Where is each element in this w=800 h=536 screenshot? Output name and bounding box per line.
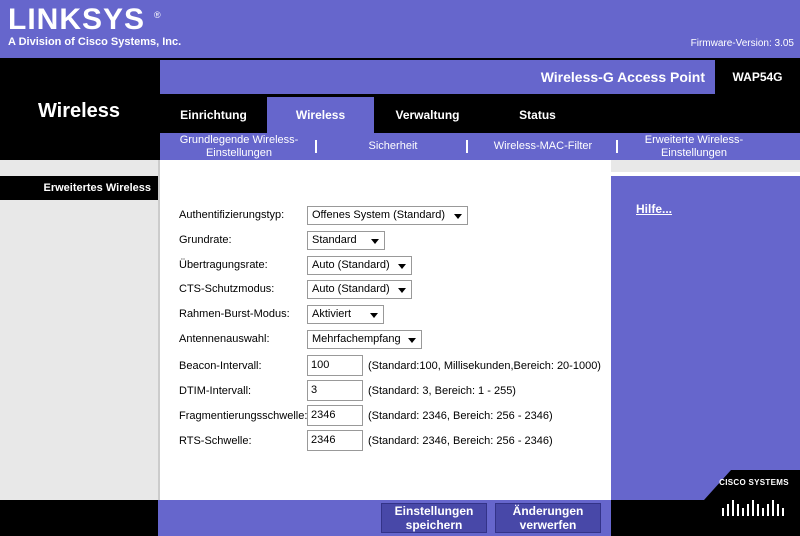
cts-mode-label: CTS-Schutzmodus: xyxy=(179,283,275,295)
frame-burst-label: Rahmen-Burst-Modus: xyxy=(179,308,290,320)
basic-rate-value: Standard xyxy=(312,234,357,246)
product-name: Wireless-G Access Point xyxy=(540,69,705,85)
tab-status[interactable]: Status xyxy=(481,97,594,133)
antenna-value: Mehrfachempfang xyxy=(312,333,401,345)
tab-einrichtung[interactable]: Einrichtung xyxy=(160,97,267,133)
tx-rate-label: Übertragungsrate: xyxy=(179,259,268,271)
dtim-label: DTIM-Intervall: xyxy=(179,385,252,397)
chevron-down-icon xyxy=(454,214,462,219)
subnav-separator xyxy=(315,140,317,153)
cts-mode-select[interactable]: Auto (Standard) xyxy=(307,280,412,299)
frag-label: Fragmentierungsschwelle: xyxy=(179,410,308,422)
frame-burst-select[interactable]: Aktiviert xyxy=(307,305,384,324)
tx-rate-value: Auto (Standard) xyxy=(312,259,390,271)
logo-tagline: A Division of Cisco Systems, Inc. xyxy=(8,36,182,48)
dtim-hint: (Standard: 3, Bereich: 1 - 255) xyxy=(368,385,516,397)
cisco-bars-icon xyxy=(722,500,784,516)
chevron-down-icon xyxy=(398,264,406,269)
dtim-input[interactable]: 3 xyxy=(307,380,363,401)
left-section-label: Erweitertes Wireless xyxy=(0,176,158,200)
chevron-down-icon xyxy=(398,288,406,293)
product-bar: Wireless-G Access Point xyxy=(160,60,715,94)
subnav-security[interactable]: Sicherheit xyxy=(318,133,468,160)
rts-hint: (Standard: 2346, Bereich: 256 - 2346) xyxy=(368,435,553,447)
help-column xyxy=(611,176,800,500)
subnav-mac-filter[interactable]: Wireless-MAC-Filter xyxy=(468,133,618,160)
subnav-basic-wireless[interactable]: Grundlegende Wireless-Einstellungen xyxy=(160,133,318,160)
rts-input[interactable]: 2346 xyxy=(307,430,363,451)
help-link[interactable]: Hilfe... xyxy=(636,202,672,216)
model-name: WAP54G xyxy=(715,60,800,94)
tab-verwaltung[interactable]: Verwaltung xyxy=(374,97,481,133)
tab-wireless[interactable]: Wireless xyxy=(267,97,374,133)
main-tabs: Einrichtung Wireless Verwaltung Status xyxy=(160,97,800,133)
tx-rate-select[interactable]: Auto (Standard) xyxy=(307,256,412,275)
beacon-label: Beacon-Intervall: xyxy=(179,360,262,372)
frame-burst-value: Aktiviert xyxy=(312,308,352,320)
registered-mark: ® xyxy=(154,10,161,20)
frag-input[interactable]: 2346 xyxy=(307,405,363,426)
antenna-label: Antennenauswahl: xyxy=(179,333,270,345)
basic-rate-select[interactable]: Standard xyxy=(307,231,385,250)
save-settings-button[interactable]: Einstellungen speichern xyxy=(381,503,487,533)
cts-mode-value: Auto (Standard) xyxy=(312,283,390,295)
sub-navigation: Grundlegende Wireless-Einstellungen Sich… xyxy=(160,133,800,160)
auth-type-select[interactable]: Offenes System (Standard) xyxy=(307,206,468,225)
section-title: Wireless xyxy=(37,100,121,122)
beacon-hint: (Standard:100, Millisekunden,Bereich: 20… xyxy=(368,360,601,372)
chevron-down-icon xyxy=(408,338,416,343)
antenna-select[interactable]: Mehrfachempfang xyxy=(307,330,422,349)
chevron-down-icon xyxy=(371,239,379,244)
basic-rate-label: Grundrate: xyxy=(179,234,232,246)
linksys-logo: LINKSYS ® A Division of Cisco Systems, I… xyxy=(8,5,182,49)
panel-divider xyxy=(158,160,160,500)
discard-changes-button[interactable]: Änderungen verwerfen xyxy=(495,503,601,533)
left-footer xyxy=(0,500,158,536)
rts-label: RTS-Schwelle: xyxy=(179,435,252,447)
subnav-advanced-wireless[interactable]: Erweiterte Wireless-Einstellungen xyxy=(618,133,770,160)
beacon-input[interactable]: 100 xyxy=(307,355,363,376)
auth-type-value: Offenes System (Standard) xyxy=(312,209,446,221)
firmware-version: Firmware-Version: 3.05 xyxy=(690,38,794,49)
cisco-logo-text: CISCO SYSTEMS xyxy=(719,478,789,487)
auth-type-label: Authentifizierungstyp: xyxy=(179,209,285,221)
cisco-systems-logo: CISCO SYSTEMS xyxy=(716,478,792,518)
left-column xyxy=(0,160,158,536)
frag-hint: (Standard: 2346, Bereich: 256 - 2346) xyxy=(368,410,553,422)
chevron-down-icon xyxy=(370,313,378,318)
